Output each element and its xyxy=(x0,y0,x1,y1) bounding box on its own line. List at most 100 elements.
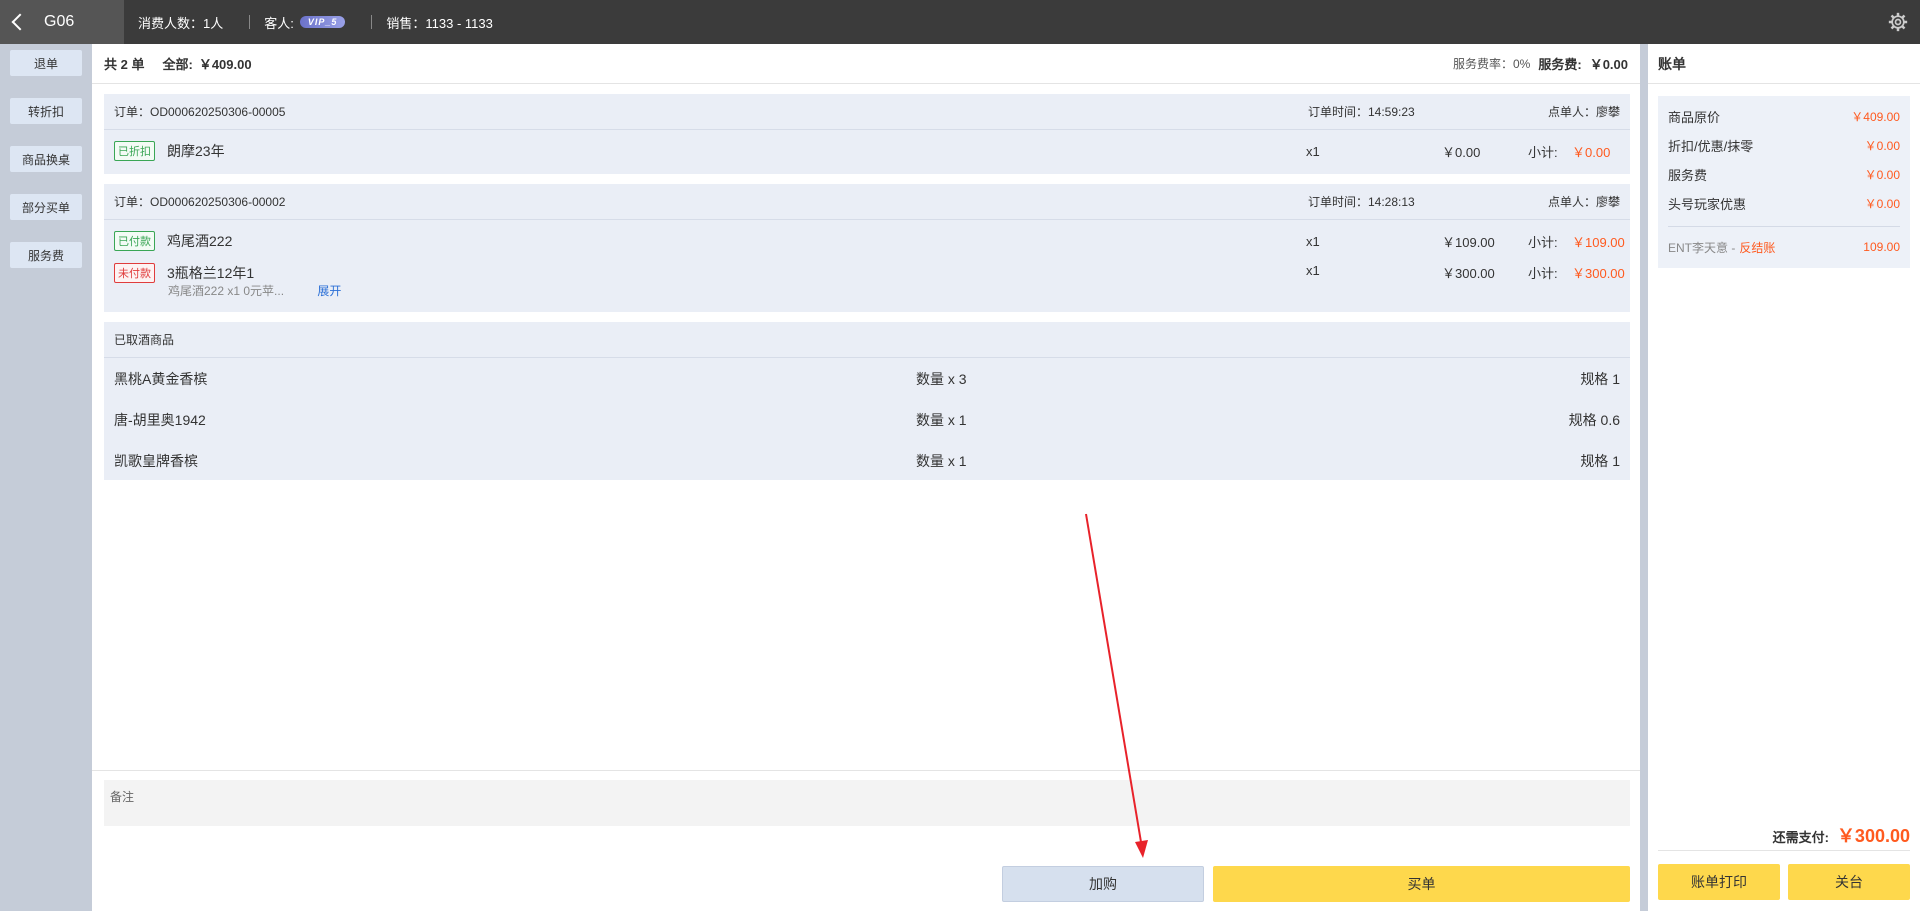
order-count: 共 2 单 xyxy=(104,57,145,72)
item-price: ￥300.00 xyxy=(1442,266,1495,281)
status-badge: 已折扣 xyxy=(114,141,155,161)
guest-count: 消费人数：1人 xyxy=(138,15,224,31)
main-panel: 共 2 单 全部: ￥409.00 服务费率：0% 服务费: ￥0.00 订单：… xyxy=(92,44,1640,911)
bill-row: 服务费 ￥0.00 xyxy=(1668,160,1900,189)
subtotal-label: 小计: xyxy=(1528,144,1558,160)
item-name: 3瓶格兰12年1 xyxy=(167,265,255,281)
bill-breakdown: 商品原价 ￥409.00 折扣/优惠/抹零 ￥0.00 服务费 ￥0.00 头号… xyxy=(1658,96,1910,268)
bill-note-value: 109.00 xyxy=(1863,240,1900,254)
order-header: 订单：OD000620250306-00005 订单时间：14:59:23 点单… xyxy=(104,94,1630,130)
add-purchase-button[interactable]: 加购 xyxy=(1002,866,1204,902)
customer: 客人: VIP_5 xyxy=(250,13,371,32)
item-name: 朗摩23年 xyxy=(167,143,225,159)
divider xyxy=(1640,44,1648,911)
remarks-field[interactable]: 备注 xyxy=(104,780,1630,826)
bill-row-label: 折扣/优惠/抹零 xyxy=(1668,139,1754,154)
order-card: 订单：OD000620250306-00005 订单时间：14:59:23 点单… xyxy=(104,94,1630,174)
action-sidebar: 退单 转折扣 商品换桌 部分买单 服务费 xyxy=(0,44,92,911)
subtotal-value: ￥109.00 xyxy=(1572,234,1625,250)
item-qty: x1 xyxy=(1306,263,1320,278)
list-item: 凯歌皇牌香槟 数量 x 1 规格 1 xyxy=(104,440,1630,481)
bill-row: 折扣/优惠/抹零 ￥0.00 xyxy=(1668,131,1900,160)
bill-row-value: ￥0.00 xyxy=(1864,139,1900,153)
change-table-button[interactable]: 商品换桌 xyxy=(10,146,82,172)
list-item: 黑桃A黄金香槟 数量 x 3 规格 1 xyxy=(104,358,1630,399)
order-header: 订单：OD000620250306-00002 订单时间：14:28:13 点单… xyxy=(104,184,1630,220)
partial-checkout-button[interactable]: 部分买单 xyxy=(10,194,82,220)
amount-due-value: ￥300.00 xyxy=(1836,826,1910,846)
item-detail: 鸡尾酒222 x1 0元苹... 展开 xyxy=(168,282,341,299)
taken-qty: 数量 x 1 xyxy=(916,411,967,428)
item-name: 鸡尾酒222 xyxy=(167,233,233,249)
list-item: 唐-胡里奥1942 数量 x 1 规格 0.6 xyxy=(104,399,1630,440)
service-fee-value: ￥0.00 xyxy=(1589,57,1628,72)
print-bill-button[interactable]: 账单打印 xyxy=(1658,864,1780,900)
expand-link[interactable]: 展开 xyxy=(317,284,341,298)
item-qty: x1 xyxy=(1306,233,1320,249)
item-price: ￥109.00 xyxy=(1442,234,1495,250)
bill-note: ENT李天意 - 反结账 109.00 xyxy=(1668,233,1900,261)
divider xyxy=(1658,850,1910,851)
table-back[interactable]: G06 xyxy=(0,0,124,44)
service-summary: 服务费率：0% 服务费: ￥0.00 xyxy=(1453,54,1628,73)
order-summary: 共 2 单 全部: ￥409.00 服务费率：0% 服务费: ￥0.00 xyxy=(92,44,1640,84)
order-item[interactable]: 已付款 鸡尾酒222 x1 ￥109.00 小计: ￥109.00 xyxy=(104,226,1630,256)
taken-qty: 数量 x 3 xyxy=(916,370,967,387)
top-bar: G06 消费人数：1人 客人: VIP_5 销售：1133 - 1133 xyxy=(0,0,1920,44)
order-id: 订单：OD000620250306-00002 xyxy=(114,195,286,209)
order-item[interactable]: 未付款 3瓶格兰12年1 x1 ￥300.00 小计: ￥300.00 鸡尾酒2… xyxy=(104,256,1630,306)
order-id: 订单：OD000620250306-00005 xyxy=(114,105,286,119)
bill-title: 账单 xyxy=(1648,44,1920,84)
refund-button[interactable]: 退单 xyxy=(10,50,82,76)
subtotal-value: ￥0.00 xyxy=(1572,144,1611,160)
transfer-discount-button[interactable]: 转折扣 xyxy=(10,98,82,124)
amount-due: 还需支付: ￥300.00 xyxy=(1773,822,1910,848)
taken-items-panel: 已取酒商品 黑桃A黄金香槟 数量 x 3 规格 1 唐-胡里奥1942 数量 x… xyxy=(104,322,1630,480)
taken-qty: 数量 x 1 xyxy=(916,452,967,469)
total-value: ￥409.00 xyxy=(198,57,252,72)
taken-items-title: 已取酒商品 xyxy=(104,322,1630,358)
order-by: 点单人：廖攀 xyxy=(1547,105,1620,119)
taken-spec: 规格 1 xyxy=(1580,370,1620,387)
remarks-label: 备注 xyxy=(110,790,135,804)
divider xyxy=(92,770,1640,771)
service-fee-button[interactable]: 服务费 xyxy=(10,242,82,268)
taken-spec: 规格 0.6 xyxy=(1568,411,1620,428)
customer-label: 客人: xyxy=(264,15,294,31)
order-by: 点单人：廖攀 xyxy=(1547,195,1620,209)
order-item[interactable]: 已折扣 朗摩23年 x1 ￥0.00 小计: ￥0.00 xyxy=(104,136,1630,166)
bill-note-status: 反结账 xyxy=(1739,240,1776,255)
bill-row-value: ￥0.00 xyxy=(1864,197,1900,211)
table-name: G06 xyxy=(44,13,75,30)
subtotal-label: 小计: xyxy=(1528,266,1558,281)
bill-panel: 账单 商品原价 ￥409.00 折扣/优惠/抹零 ￥0.00 服务费 ￥0.00… xyxy=(1648,44,1920,911)
service-rate: 服务费率：0% xyxy=(1452,57,1531,71)
order-card: 订单：OD000620250306-00002 订单时间：14:28:13 点单… xyxy=(104,184,1630,312)
item-detail-text: 鸡尾酒222 x1 0元苹... xyxy=(168,284,285,298)
amount-due-label: 还需支付: xyxy=(1772,830,1829,845)
vip-badge: VIP_5 xyxy=(299,16,346,28)
divider xyxy=(1668,226,1900,227)
status-badge: 未付款 xyxy=(114,263,155,283)
checkout-button[interactable]: 买单 xyxy=(1213,866,1630,902)
subtotal-label: 小计: xyxy=(1528,234,1558,250)
gear-icon[interactable] xyxy=(1888,12,1908,32)
total-label: 全部: xyxy=(162,57,193,72)
service-fee-label: 服务费: xyxy=(1538,57,1582,72)
close-table-button[interactable]: 关台 xyxy=(1788,864,1910,900)
status-badge: 已付款 xyxy=(114,231,155,251)
subtotal-value: ￥300.00 xyxy=(1572,266,1625,281)
item-qty: x1 xyxy=(1306,143,1320,159)
taken-name: 凯歌皇牌香槟 xyxy=(114,452,198,469)
chevron-left-icon[interactable] xyxy=(11,13,29,31)
order-time: 订单时间：14:28:13 xyxy=(1308,195,1415,209)
sales-info: 销售：1133 - 1133 xyxy=(386,15,493,31)
bill-note-name: ENT李天意 - xyxy=(1668,240,1736,255)
order-time: 订单时间：14:59:23 xyxy=(1308,105,1415,119)
bill-row-value: ￥0.00 xyxy=(1864,168,1900,182)
taken-spec: 规格 1 xyxy=(1580,452,1620,469)
taken-name: 黑桃A黄金香槟 xyxy=(114,370,208,387)
bill-row-value: ￥409.00 xyxy=(1851,110,1900,124)
bill-row-label: 商品原价 xyxy=(1668,110,1721,125)
taken-name: 唐-胡里奥1942 xyxy=(114,411,206,428)
